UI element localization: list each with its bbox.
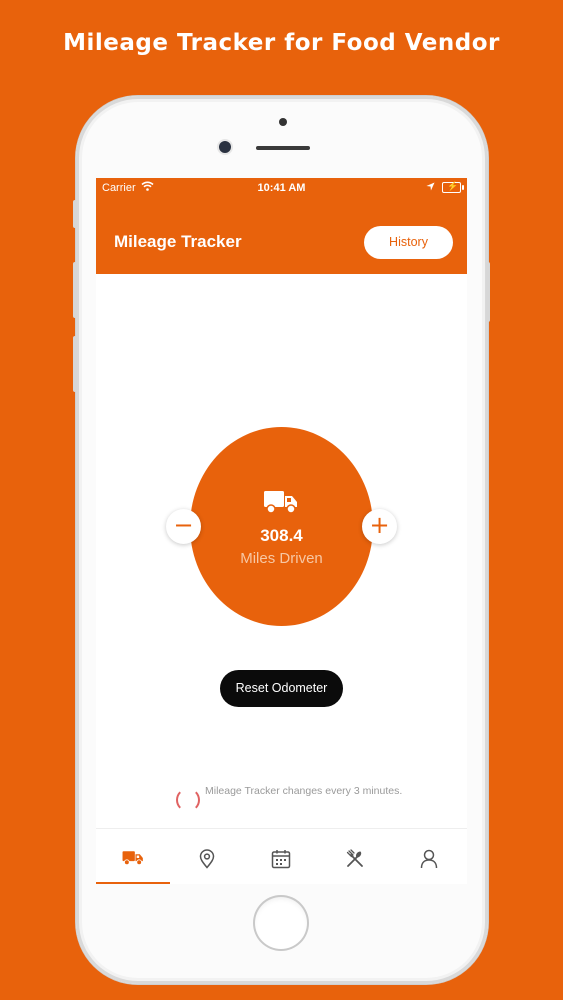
truck-icon <box>122 851 143 866</box>
tab-active-indicator <box>96 882 170 884</box>
miles-value: 308.4 <box>260 526 303 545</box>
status-bar: Carrier 10:41 AM ⚡ <box>96 178 467 198</box>
tab-food[interactable] <box>318 829 392 884</box>
update-note: Mileage Tracker changes every 3 minutes. <box>205 785 403 797</box>
navigation-bar: Mileage Tracker History <box>96 198 467 274</box>
page-title: Mileage Tracker <box>114 232 242 251</box>
promo-headline: Mileage Tracker for Food Vendor <box>63 30 500 56</box>
tab-odometer[interactable] <box>96 829 170 884</box>
map-pin-icon <box>199 849 215 869</box>
loading-spinner-icon <box>176 788 200 812</box>
phone-power-button <box>486 262 490 322</box>
earpiece-speaker <box>256 146 310 150</box>
app-screen: Carrier 10:41 AM ⚡ Mileage Tracker Histo… <box>96 178 467 884</box>
tab-profile[interactable] <box>392 829 466 884</box>
phone-side-button <box>73 200 77 228</box>
user-icon <box>420 849 438 869</box>
phone-volume-down <box>73 336 77 392</box>
location-arrow-icon <box>426 182 435 194</box>
charging-bolt-icon: ⚡ <box>447 181 459 191</box>
decrement-miles-button[interactable]: − <box>166 509 201 544</box>
tab-location[interactable] <box>170 829 244 884</box>
phone-volume-up <box>73 262 77 318</box>
history-button[interactable]: History <box>364 226 453 259</box>
phone-sensor <box>279 118 287 126</box>
miles-label: Miles Driven <box>240 550 323 567</box>
home-button[interactable] <box>253 895 309 951</box>
truck-icon <box>264 489 298 520</box>
status-time: 10:41 AM <box>257 182 306 194</box>
front-camera <box>219 141 231 153</box>
reset-odometer-button[interactable]: Reset Odometer <box>220 670 343 707</box>
odometer-circle: 308.4 Miles Driven <box>190 427 373 626</box>
calendar-icon <box>271 850 291 869</box>
tab-bar <box>96 828 467 884</box>
tab-calendar[interactable] <box>244 829 318 884</box>
increment-miles-button[interactable]: + <box>362 509 397 544</box>
utensils-icon <box>346 849 363 867</box>
